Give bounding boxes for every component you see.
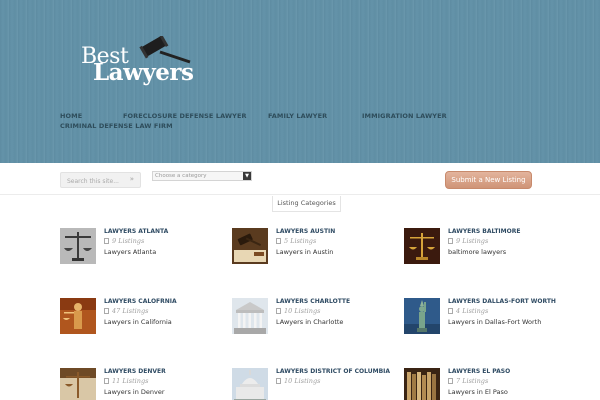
listing-thumbnail[interactable] (232, 228, 268, 264)
listing-title[interactable]: LAWYERS AUSTIN (276, 228, 335, 235)
search-icon[interactable]: » (130, 175, 134, 183)
listing-thumbnail[interactable] (404, 368, 440, 400)
listing-description: Lawyers in Dallas-Fort Worth (448, 318, 542, 326)
site-logo[interactable]: Best Lawyers (78, 36, 194, 91)
listing-description: Lawyers in El Paso (448, 388, 508, 396)
document-icon (448, 238, 453, 244)
listing-title[interactable]: LAWYERS DALLAS-FORT WORTH (448, 298, 556, 305)
listing-title[interactable]: LAWYERS EL PASO (448, 368, 510, 375)
listing-title[interactable]: LAWYERS CALOFRNIA (104, 298, 177, 305)
submit-listing-button[interactable]: Submit a New Listing (445, 171, 532, 189)
search-input[interactable] (67, 176, 125, 186)
listing-thumbnail[interactable] (60, 298, 96, 334)
listing-item: LAWYERS BALTIMORE 9 Listings baltimore l… (404, 228, 574, 278)
listing-thumbnail[interactable] (404, 298, 440, 334)
nav-criminal-defense[interactable]: CRIMINAL DEFENSE LAW FIRM (60, 122, 173, 130)
listing-count: 10 Listings (276, 307, 320, 315)
listing-count: 11 Listings (104, 377, 148, 385)
listing-item: LAWYERS DALLAS-FORT WORTH 4 Listings Law… (404, 298, 574, 348)
listing-title[interactable]: LAWYERS BALTIMORE (448, 228, 520, 235)
section-title: Listing Categories (272, 196, 341, 212)
document-icon (276, 238, 281, 244)
listing-item: LAWYERS DENVER 11 Listings Lawyers in De… (60, 368, 230, 400)
nav-home[interactable]: HOME (60, 112, 82, 120)
document-icon (104, 238, 109, 244)
listing-item: LAWYERS DISTRICT OF COLUMBIA 10 Listings (232, 368, 402, 400)
listing-description: Lawyers in Austin (276, 248, 334, 256)
listing-description: baltimore lawyers (448, 248, 507, 256)
gavel-icon (139, 36, 191, 64)
document-icon (448, 308, 453, 314)
listing-count: 9 Listings (448, 237, 488, 245)
listing-item: LAWYERS EL PASO 7 Listings Lawyers in El… (404, 368, 574, 400)
listing-count: 4 Listings (448, 307, 488, 315)
listing-item: LAWYERS ATLANTA 9 Listings Lawyers Atlan… (60, 228, 230, 278)
nav-family[interactable]: FAMILY LAWYER (268, 112, 327, 120)
listing-item: LAWYERS CALOFRNIA 47 Listings Lawyers in… (60, 298, 230, 348)
listing-thumbnail[interactable] (232, 368, 268, 400)
chevron-down-icon: ▼ (243, 172, 251, 180)
listing-title[interactable]: LAWYERS ATLANTA (104, 228, 168, 235)
listing-description: Lawyers in California (104, 318, 172, 326)
listing-thumbnail[interactable] (232, 298, 268, 334)
category-select[interactable]: Choose a category ▼ (152, 171, 252, 181)
listing-item: LAWYERS CHARLOTTE 10 Listings LAwyers in… (232, 298, 402, 348)
site-header: Best Lawyers HOME FORECLOSURE DEFENSE LA… (0, 0, 600, 163)
listing-item: LAWYERS AUSTIN 5 Listings Lawyers in Aus… (232, 228, 402, 278)
listing-count: 10 Listings (276, 377, 320, 385)
listing-description: Lawyers Atlanta (104, 248, 157, 256)
listing-count: 5 Listings (276, 237, 316, 245)
listing-thumbnail[interactable] (60, 368, 96, 400)
document-icon (104, 378, 109, 384)
document-icon (276, 378, 281, 384)
listing-thumbnail[interactable] (60, 228, 96, 264)
listing-count: 7 Listings (448, 377, 488, 385)
main-nav: HOME FORECLOSURE DEFENSE LAWYER FAMILY L… (60, 112, 540, 134)
listing-title[interactable]: LAWYERS CHARLOTTE (276, 298, 350, 305)
nav-immigration[interactable]: IMMIGRATION LAWYER (362, 112, 447, 120)
search-box: » (60, 172, 141, 188)
document-icon (276, 308, 281, 314)
listing-thumbnail[interactable] (404, 228, 440, 264)
document-icon (448, 378, 453, 384)
document-icon (104, 308, 109, 314)
category-select-value: Choose a category (155, 173, 207, 179)
listing-title[interactable]: LAWYERS DISTRICT OF COLUMBIA (276, 368, 390, 375)
nav-foreclosure[interactable]: FORECLOSURE DEFENSE LAWYER (123, 112, 247, 120)
listing-description: Lawyers in Denver (104, 388, 165, 396)
listing-count: 47 Listings (104, 307, 148, 315)
listing-description: LAwyers in Charlotte (276, 318, 344, 326)
listing-title[interactable]: LAWYERS DENVER (104, 368, 166, 375)
listing-count: 9 Listings (104, 237, 144, 245)
